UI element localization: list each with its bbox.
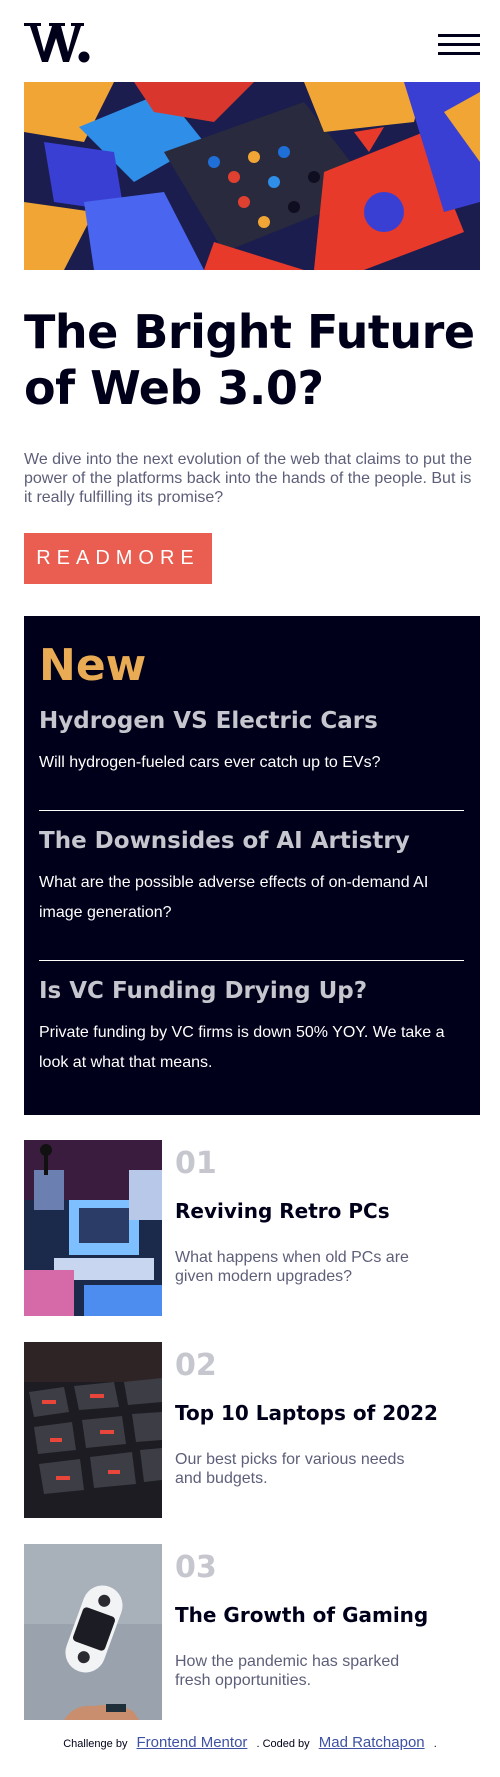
site-header: [24, 20, 480, 66]
laptop-keyboard-image: [24, 1342, 162, 1518]
article-number: 02: [175, 1348, 217, 1383]
hero-title: The Bright Future of Web 3.0?: [24, 305, 475, 415]
new-heading: New: [39, 640, 147, 691]
article-title[interactable]: Top 10 Laptops of 2022: [175, 1399, 438, 1427]
new-item: The Downsides of AI Artistry What are th…: [39, 826, 459, 928]
read-more-button[interactable]: READMORE: [24, 533, 212, 584]
w-logo-icon[interactable]: [24, 20, 90, 64]
article-description: What happens when old PCs are given mode…: [175, 1249, 409, 1285]
new-item-description: Will hydrogen-fueled cars ever catch up …: [39, 754, 381, 771]
article-card: 01 Reviving Retro PCs What happens when …: [24, 1140, 480, 1316]
divider: [39, 960, 464, 961]
frontend-mentor-link[interactable]: Frontend Mentor: [137, 1734, 248, 1751]
new-item-title[interactable]: The Downsides of AI Artistry: [39, 826, 459, 856]
article-title[interactable]: The Growth of Gaming: [175, 1601, 428, 1629]
new-item-description: What are the possible adverse effects of…: [39, 874, 429, 921]
hamburger-menu-icon[interactable]: [438, 34, 480, 56]
footer-suffix: .: [433, 1738, 437, 1750]
article-card: 03 The Growth of Gaming How the pandemic…: [24, 1544, 480, 1720]
article-card: 02 Top 10 Laptops of 2022 Our best picks…: [24, 1342, 480, 1518]
new-item: Is VC Funding Drying Up? Private funding…: [39, 976, 459, 1078]
author-link[interactable]: Mad Ratchapon: [319, 1734, 425, 1751]
new-item-title[interactable]: Hydrogen VS Electric Cars: [39, 706, 459, 736]
abstract-colorful-blocks-image: [24, 82, 480, 270]
article-title[interactable]: Reviving Retro PCs: [175, 1197, 390, 1225]
new-item-description: Private funding by VC firms is down 50% …: [39, 1024, 445, 1071]
new-item-title[interactable]: Is VC Funding Drying Up?: [39, 976, 459, 1006]
retro-pc-image: [24, 1140, 162, 1316]
article-description: Our best picks for various needs and bud…: [175, 1451, 405, 1487]
article-number: 03: [175, 1550, 217, 1585]
footer-coded-prefix: . Coded by: [256, 1738, 310, 1750]
footer-challenge-prefix: Challenge by: [63, 1738, 128, 1750]
article-number: 01: [175, 1146, 217, 1181]
new-articles-panel: New Hydrogen VS Electric Cars Will hydro…: [24, 616, 480, 1115]
hero-description: We dive into the next evolution of the w…: [24, 451, 472, 506]
article-description: How the pandemic has sparked fresh oppor…: [175, 1653, 400, 1689]
game-controller-image: [24, 1544, 162, 1720]
attribution-footer: Challenge by Frontend Mentor . Coded by …: [0, 1734, 500, 1751]
new-item: Hydrogen VS Electric Cars Will hydrogen-…: [39, 706, 459, 778]
divider: [39, 810, 464, 811]
